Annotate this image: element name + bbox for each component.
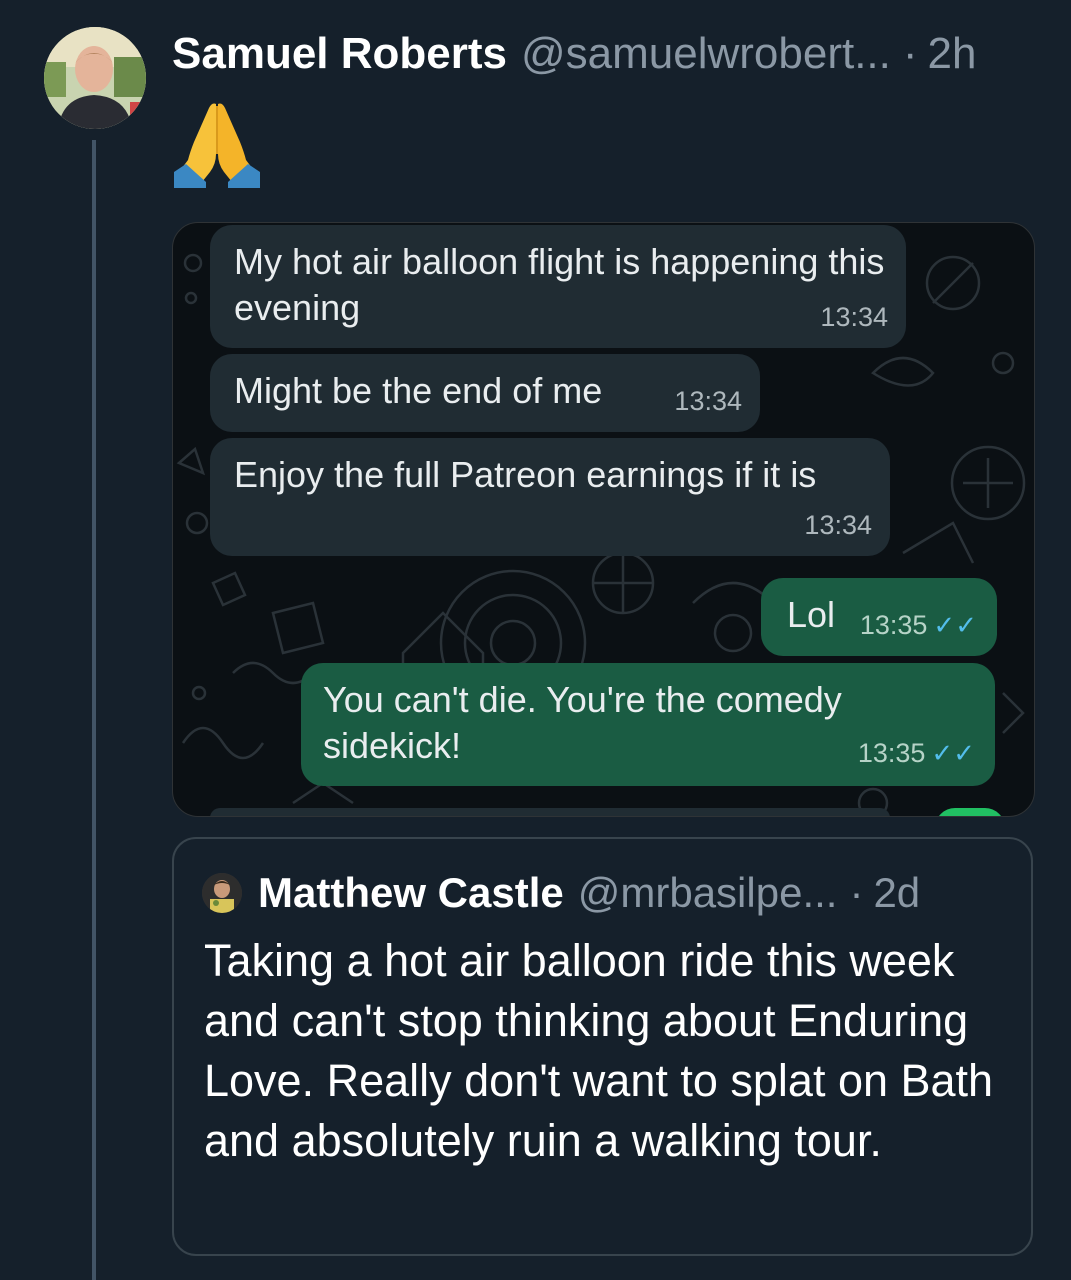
tweet[interactable]: Samuel Roberts @samuelwrobert... · 2h My… (0, 0, 1071, 1280)
partial-message-edge (210, 808, 890, 816)
chat-message-incoming[interactable]: My hot air balloon flight is happening t… (210, 225, 906, 348)
folded-hands-icon (174, 103, 260, 188)
quoted-author-avatar (202, 873, 242, 913)
chat-message-incoming[interactable]: Might be the end of me 13:34 (210, 354, 760, 432)
tweet-header: Samuel Roberts @samuelwrobert... · 2h (172, 26, 977, 82)
quoted-author-name[interactable]: Matthew Castle (258, 869, 564, 917)
chat-message-time: 13:34 (674, 386, 742, 416)
quoted-tweet-timestamp[interactable]: 2d (873, 869, 920, 917)
author-name[interactable]: Samuel Roberts (172, 29, 507, 79)
chat-message-text: Might be the end of me (234, 370, 603, 411)
separator-dot: · (849, 869, 864, 916)
chat-message-text: You can't die. You're the comedy sidekic… (323, 679, 842, 766)
chat-message-incoming[interactable]: Enjoy the full Patreon earnings if it is… (210, 438, 890, 556)
chat-message-text: Enjoy the full Patreon earnings if it is (234, 454, 817, 495)
tweet-timestamp[interactable]: 2h (928, 29, 977, 79)
chat-message-outgoing[interactable]: Lol 13:35 ✓✓ (761, 578, 997, 656)
read-receipt-icon: ✓✓ (931, 738, 975, 768)
chat-message-time: 13:35 (857, 738, 926, 768)
quoted-avatar-image (202, 873, 242, 913)
author-handle[interactable]: @samuelwrobert... (521, 29, 891, 79)
quoted-tweet-header: Matthew Castle @mrbasilpe... · 2d (202, 867, 920, 919)
chat-message-outgoing[interactable]: You can't die. You're the comedy sidekic… (301, 663, 995, 786)
chat-message-time: 13:34 (804, 510, 872, 540)
quoted-author-handle[interactable]: @mrbasilpe... (578, 869, 838, 917)
author-avatar[interactable] (44, 27, 146, 129)
thread-line (92, 140, 96, 1280)
quoted-tweet[interactable]: Matthew Castle @mrbasilpe... · 2d Taking… (172, 837, 1033, 1256)
read-receipt-icon: ✓✓ (933, 610, 977, 640)
chat-message-time-row: 13:35 ✓✓ (860, 602, 977, 648)
chat-message-time-row: 13:35 ✓✓ (858, 730, 975, 776)
chat-message-time: 13:35 (859, 610, 928, 640)
separator-dot: · (902, 29, 918, 78)
avatar-image (44, 27, 146, 129)
quoted-tweet-text: Taking a hot air balloon ride this week … (204, 935, 994, 1166)
chat-message-text: Lol (787, 594, 836, 635)
chat-message-text: My hot air balloon flight is happening t… (234, 241, 885, 328)
chat-screenshot[interactable]: My hot air balloon flight is happening t… (172, 222, 1035, 817)
chat-message-time: 13:34 (820, 302, 888, 332)
